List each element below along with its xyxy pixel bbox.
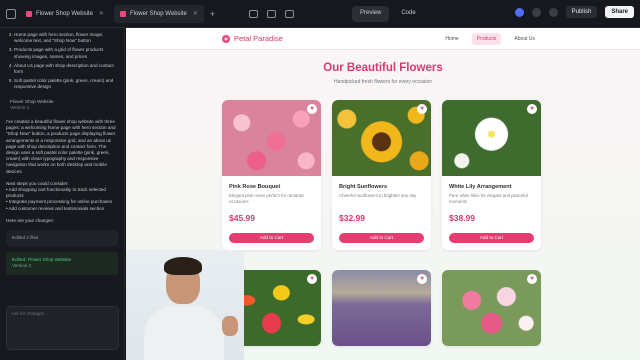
publish-button[interactable]: Publish [565, 6, 598, 18]
nav-home[interactable]: Home [440, 33, 463, 45]
close-icon[interactable]: ✕ [193, 10, 198, 17]
product-price: $45.99 [229, 213, 255, 223]
tab-flower-shop-1[interactable]: Flower Shop Website ✕ [20, 5, 110, 23]
new-tab-icon[interactable]: + [210, 9, 215, 19]
device-icon[interactable] [267, 9, 277, 18]
site-brand[interactable]: Petal Paradise [222, 34, 283, 43]
add-to-cart-button[interactable]: Add to Cart [339, 233, 424, 243]
assistant-summary: I've created a beautiful flower shop web… [6, 119, 116, 174]
preview-button[interactable]: Preview [352, 6, 390, 22]
user-avatar[interactable] [514, 7, 524, 17]
product-card: ♥ [442, 270, 541, 346]
chat-input[interactable]: Ask for changes... [6, 306, 119, 350]
product-card: ♥ White Lily Arrangement Pure white lili… [442, 100, 541, 250]
product-description: Cheerful sunflowers to brighten any day [339, 193, 417, 198]
version-label: Version 1 [10, 104, 30, 110]
heart-icon[interactable]: ♥ [307, 104, 317, 114]
plan-item: Home page with hero section, flower imag… [14, 32, 118, 44]
changes-label: Here are your changes: [6, 217, 55, 223]
next-step-item: • Add customer reviews and testimonials … [6, 205, 105, 211]
product-name: Pink Rose Bouquet [229, 184, 281, 190]
refresh-icon[interactable] [548, 7, 558, 17]
nav-about[interactable]: About Us [509, 33, 540, 45]
flower-icon [222, 34, 230, 43]
product-name: Bright Sunflowers [339, 184, 388, 190]
product-card: ♥ Pink Rose Bouquet Elegant pink roses p… [222, 100, 321, 250]
plan-list: Home page with hero section, flower imag… [6, 32, 118, 91]
app-icon [26, 10, 32, 17]
settings-icon[interactable] [531, 7, 541, 17]
app-icon [119, 10, 126, 17]
chat-panel: Home page with hero section, flower imag… [0, 28, 125, 360]
product-price: $38.99 [449, 213, 475, 223]
product-card: ♥ [332, 270, 431, 346]
share-button[interactable]: Share [605, 6, 634, 18]
add-to-cart-button[interactable]: Add to Cart [449, 233, 534, 243]
tab-flower-shop-2[interactable]: Flower Shop Website ✕ [113, 4, 204, 23]
edited-files-card[interactable]: Edited 2 files [6, 230, 118, 247]
next-step-item: • Add shopping cart functionality to tra… [6, 187, 106, 199]
product-name: White Lily Arrangement [449, 184, 512, 190]
product-description: Elegant pink roses perfect for romantic … [229, 193, 305, 204]
add-to-cart-button[interactable]: Add to Cart [229, 233, 314, 243]
product-image: ♥ [442, 270, 541, 346]
page-subtitle: Handpicked fresh flowers for every occas… [333, 79, 433, 85]
product-image: ♥ [332, 100, 431, 176]
edit-version: Version 2 [12, 263, 32, 269]
heart-icon[interactable]: ♥ [527, 104, 537, 114]
heart-icon[interactable]: ♥ [417, 274, 427, 284]
site-navbar: Petal Paradise Home Products About Us [126, 28, 640, 50]
product-image: ♥ [332, 270, 431, 346]
brand-name: Petal Paradise [234, 34, 283, 43]
next-steps-title: Next steps you could consider: [6, 180, 69, 186]
plan-item: Soft pastel color palette (pink, green, … [14, 78, 118, 90]
history-icon[interactable] [285, 9, 295, 18]
edit-version-card[interactable]: Edited: Flower Shop Website Version 2 [6, 252, 118, 275]
view-mode-switch: Preview Code [352, 6, 424, 22]
sidebar-toggle-icon[interactable] [6, 8, 16, 19]
nav-products[interactable]: Products [471, 32, 502, 45]
close-icon[interactable]: ✕ [99, 10, 104, 17]
product-image: ♥ [222, 100, 321, 176]
webcam-overlay [126, 250, 244, 360]
tab-label: Flower Shop Website [129, 10, 187, 17]
page-title: Our Beautiful Flowers [323, 62, 443, 74]
presenter-hand [222, 316, 238, 336]
version-card[interactable]: Flower Shop Website Version 1 [10, 99, 118, 111]
panel-icon[interactable] [249, 9, 259, 18]
tab-label: Flower Shop Website [36, 10, 93, 17]
heart-icon[interactable]: ♥ [527, 274, 537, 284]
heart-icon[interactable]: ♥ [417, 104, 427, 114]
plan-item: Products page with a grid of flower prod… [14, 47, 118, 59]
product-description: Pure white lilies for elegant and peacef… [449, 193, 528, 204]
product-image: ♥ [442, 100, 541, 176]
product-card: ♥ Bright Sunflowers Cheerful sunflowers … [332, 100, 431, 250]
heart-icon[interactable]: ♥ [307, 274, 317, 284]
presenter-body [144, 306, 224, 360]
next-steps: Next steps you could consider: • Add sho… [6, 181, 118, 212]
presenter-hair [164, 257, 202, 275]
product-price: $32.99 [339, 213, 365, 223]
code-button[interactable]: Code [393, 6, 423, 22]
app-toolbar: Flower Shop Website ✕ Flower Shop Websit… [0, 0, 640, 28]
plan-item: About Us page with shop description and … [14, 63, 118, 75]
next-step-item: • Integrate payment processing for onlin… [6, 199, 113, 205]
